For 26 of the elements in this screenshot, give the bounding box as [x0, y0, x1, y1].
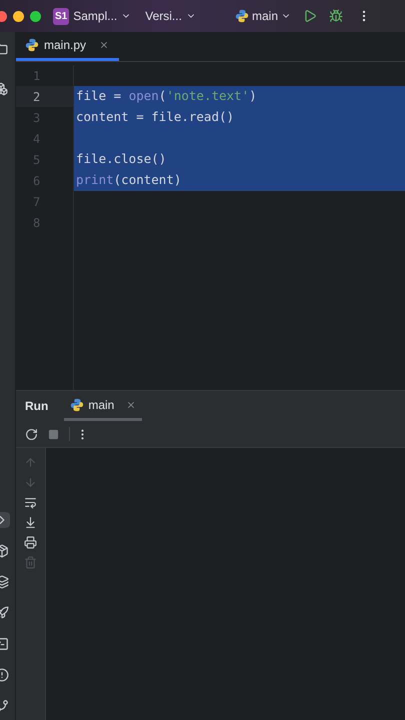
code-line: print(content) — [76, 171, 182, 190]
run-tab[interactable]: main — [64, 391, 142, 421]
wrap-text-icon[interactable] — [24, 496, 37, 509]
python-icon — [25, 38, 39, 52]
printer-icon[interactable] — [24, 536, 37, 549]
code-line: content = file.read() — [76, 108, 234, 126]
rerun-icon[interactable] — [25, 428, 38, 440]
run-config-menu[interactable]: main — [234, 7, 291, 25]
python-icon — [234, 9, 249, 23]
scroll-to-end-icon[interactable] — [24, 516, 37, 529]
minimize-window-icon[interactable] — [13, 10, 24, 22]
project-badge: S1 — [53, 8, 70, 24]
bug-icon[interactable] — [329, 9, 343, 23]
run-icon[interactable] — [303, 9, 317, 23]
close-icon[interactable] — [126, 400, 136, 410]
close-icon[interactable] — [99, 40, 110, 50]
line-number: 2 — [33, 88, 40, 106]
code-line: file.close() — [76, 150, 166, 168]
python-icon — [70, 398, 84, 412]
editor-tab[interactable]: main.py — [16, 32, 120, 61]
code-line: file = open('note.text') — [76, 87, 257, 106]
stop-icon[interactable] — [48, 428, 59, 440]
run-panel-title: Run — [25, 398, 48, 415]
vcs-menu[interactable]: Versi... — [145, 7, 196, 25]
project-menu[interactable]: S1 Sampl... — [53, 7, 132, 25]
maximize-window-icon[interactable] — [30, 10, 41, 22]
